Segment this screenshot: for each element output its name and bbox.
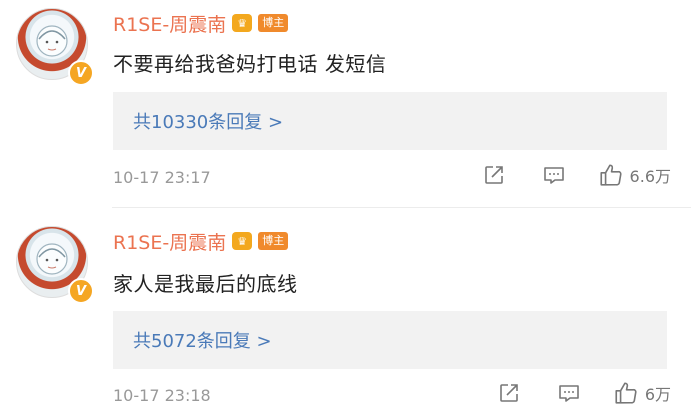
comment-text: 不要再给我爸妈打电话 发短信 xyxy=(113,52,387,76)
like-button[interactable]: 6万 xyxy=(613,380,671,406)
timestamp: 10-17 23:17 xyxy=(113,168,211,187)
role-badge: 博主 xyxy=(258,14,289,32)
share-icon xyxy=(484,166,503,184)
crown-icon: ♛ xyxy=(232,232,253,250)
author-name[interactable]: R1SE-周震南 xyxy=(113,228,226,255)
thumbs-up-icon xyxy=(615,382,637,404)
verified-badge-icon: V xyxy=(68,60,94,86)
like-count: 6万 xyxy=(644,385,671,404)
view-replies-button[interactable]: 共10330条回复 > xyxy=(113,92,667,150)
comment-text: 家人是我最后的底线 xyxy=(113,272,298,296)
share-button[interactable] xyxy=(497,381,521,405)
like-count: 6.6万 xyxy=(629,167,671,186)
crown-icon: ♛ xyxy=(232,14,253,32)
author-name[interactable]: R1SE-周震南 xyxy=(113,10,226,37)
view-replies-button[interactable]: 共5072条回复 > xyxy=(113,311,667,369)
avatar[interactable]: V xyxy=(16,226,94,304)
thumbs-up-icon xyxy=(599,164,622,186)
timestamp: 10-17 23:18 xyxy=(113,386,211,405)
share-icon xyxy=(500,384,518,402)
avatar[interactable]: V xyxy=(16,8,94,86)
author-row: R1SE-周震南 ♛ 博主 xyxy=(113,228,289,255)
author-row: R1SE-周震南 ♛ 博主 xyxy=(113,10,289,37)
comment-button[interactable] xyxy=(542,163,566,187)
verified-badge-icon: V xyxy=(68,278,94,304)
role-badge: 博主 xyxy=(258,232,289,250)
comment-icon xyxy=(543,167,564,184)
share-button[interactable] xyxy=(482,163,506,187)
action-bar: 6.6万 xyxy=(482,162,671,188)
like-button[interactable]: 6.6万 xyxy=(598,162,671,188)
comment-item: V R1SE-周震南 ♛ 博主 不要再给我爸妈打电话 发短信 共10330条回复… xyxy=(0,0,691,208)
action-bar: 6万 xyxy=(497,380,671,406)
comment-icon xyxy=(559,385,579,402)
comment-button[interactable] xyxy=(557,381,581,405)
comment-item: V R1SE-周震南 ♛ 博主 家人是我最后的底线 共5072条回复 > 10-… xyxy=(0,208,691,420)
